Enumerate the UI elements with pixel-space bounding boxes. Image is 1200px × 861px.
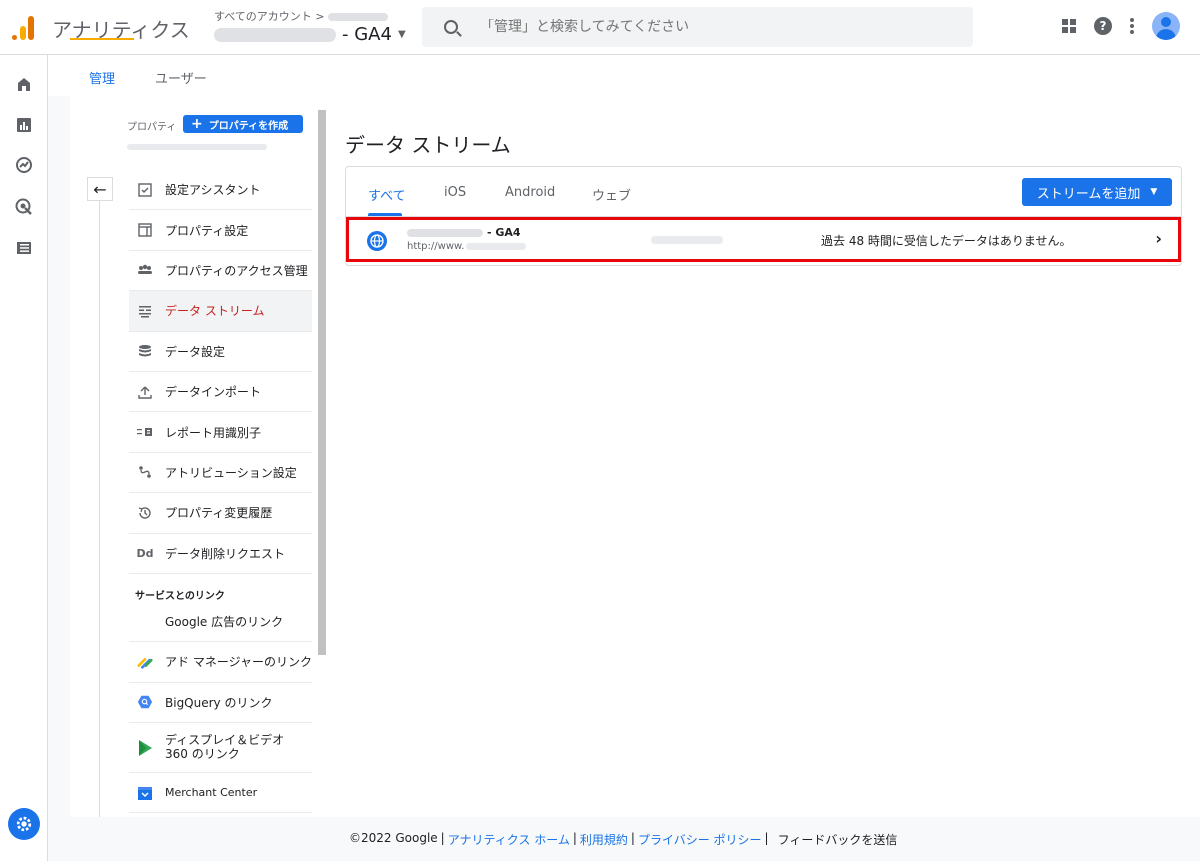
redacted-stream-domain — [407, 228, 483, 237]
nav-bigquery-links[interactable]: BigQuery のリンク — [129, 683, 312, 724]
database-icon — [137, 343, 153, 359]
ad-manager-icon — [137, 654, 153, 670]
explore-icon[interactable] — [14, 155, 34, 175]
admin-gear-icon[interactable] — [8, 808, 40, 840]
identifier-icon — [137, 424, 153, 440]
feedback-link[interactable]: フィードバックを送信 — [778, 831, 898, 848]
caret-down-icon: ▼ — [397, 29, 406, 40]
chevron-right-icon[interactable]: › — [1155, 229, 1162, 248]
caret-down-icon: ▼ — [1150, 187, 1158, 197]
create-property-button[interactable]: + プロパティを作成 — [183, 115, 303, 133]
nav-google-ads-links[interactable]: Google 広告のリンク — [129, 602, 312, 643]
page-title: データ ストリーム — [345, 133, 511, 157]
account-breadcrumb[interactable]: すべてのアカウント > — [214, 8, 389, 24]
back-arrow-icon[interactable]: ← — [87, 177, 113, 201]
home-icon[interactable] — [14, 74, 34, 94]
nav-setup-assistant[interactable]: 設定アシスタント — [129, 170, 312, 211]
copyright: ©2022 Google — [349, 831, 438, 845]
nav-data-streams[interactable]: データ ストリーム — [129, 291, 312, 332]
advertising-icon[interactable] — [14, 197, 34, 217]
analytics-logo-icon[interactable] — [12, 14, 36, 40]
redacted-stream-url — [466, 243, 527, 250]
property-label: プロパティ — [127, 122, 177, 133]
nav-data-import[interactable]: データインポート — [129, 372, 312, 413]
property-selector[interactable]: - GA4 ▼ — [214, 24, 406, 45]
top-bar: アナリティクス すべてのアカウント > - GA4 ▼ ? — [0, 0, 1200, 55]
reports-icon[interactable] — [14, 115, 34, 135]
nav-property-settings[interactable]: プロパティ設定 — [129, 210, 312, 251]
redacted-property-id — [127, 144, 267, 150]
footer: ©2022 Google | アナリティクス ホーム | 利用規約 | プライバ… — [349, 831, 898, 848]
redacted-account — [328, 13, 389, 21]
tab-android[interactable]: Android — [505, 185, 555, 200]
list-icon[interactable] — [14, 238, 34, 258]
history-icon — [137, 505, 153, 521]
more-vert-icon[interactable] — [1130, 18, 1134, 34]
globe-icon — [367, 231, 387, 251]
footer-link-privacy[interactable]: プライバシー ポリシー — [638, 831, 762, 848]
nav-dv360-links[interactable]: ディスプレイ＆ビデオ 360 のリンク — [129, 723, 312, 774]
section-product-links: サービスとのリンク — [135, 590, 225, 602]
add-stream-button[interactable]: ストリームを追加 ▼ — [1022, 178, 1172, 206]
delete-data-icon: Dd — [136, 546, 154, 560]
tab-all[interactable]: すべて — [368, 185, 406, 204]
tab-admin[interactable]: 管理 — [89, 68, 115, 87]
stream-url: http://www. — [407, 241, 527, 252]
avatar[interactable] — [1152, 12, 1180, 40]
stream-row[interactable]: - GA4 http://www. 過去 48 時間に受信したデータはありません… — [346, 217, 1181, 262]
scrollbar[interactable] — [318, 110, 326, 655]
column-divider — [99, 200, 100, 817]
stream-name: - GA4 — [407, 226, 521, 239]
admin-tab-indicator — [70, 38, 134, 40]
nav-attribution-settings[interactable]: アトリビューション設定 — [129, 453, 312, 494]
redacted-stream-id — [651, 236, 723, 244]
layout-icon — [137, 222, 153, 238]
redacted-property — [214, 27, 336, 42]
people-icon — [137, 262, 153, 278]
tab-ios[interactable]: iOS — [444, 185, 466, 200]
footer-link-terms[interactable]: 利用規約 — [580, 831, 628, 848]
merchant-center-icon — [137, 785, 153, 801]
apps-grid-icon[interactable] — [1062, 19, 1076, 33]
property-nav: 設定アシスタント プロパティ設定 プロパティのアクセス管理 データ ストリーム … — [129, 170, 312, 814]
plus-icon: + — [191, 116, 203, 132]
search-bar[interactable] — [422, 7, 973, 47]
attribution-icon — [137, 464, 153, 480]
nav-change-history[interactable]: プロパティ変更履歴 — [129, 493, 312, 534]
dv360-icon — [137, 739, 153, 756]
help-icon[interactable]: ? — [1094, 17, 1112, 35]
upload-icon — [137, 384, 153, 400]
stream-icon — [137, 303, 153, 319]
admin-tabs: 管理 ユーザー — [48, 55, 1200, 96]
nav-access-management[interactable]: プロパティのアクセス管理 — [129, 251, 312, 292]
bigquery-icon — [137, 694, 153, 710]
nav-data-deletion[interactable]: Dd データ削除リクエスト — [129, 534, 312, 574]
search-input[interactable] — [480, 19, 940, 35]
left-rail — [0, 55, 48, 861]
nav-merchant-center[interactable]: Merchant Center — [129, 773, 312, 814]
checkbox-icon — [137, 182, 153, 198]
nav-data-settings[interactable]: データ設定 — [129, 332, 312, 372]
nav-ad-manager-links[interactable]: アド マネージャーのリンク — [129, 642, 312, 683]
nav-reporting-identity[interactable]: レポート用識別子 — [129, 412, 312, 453]
tab-user[interactable]: ユーザー — [155, 68, 207, 87]
footer-link-analytics-home[interactable]: アナリティクス ホーム — [448, 831, 570, 848]
search-icon — [444, 20, 458, 34]
tab-web[interactable]: ウェブ — [592, 185, 631, 204]
stream-status: 過去 48 時間に受信したデータはありません。 — [821, 234, 1072, 248]
